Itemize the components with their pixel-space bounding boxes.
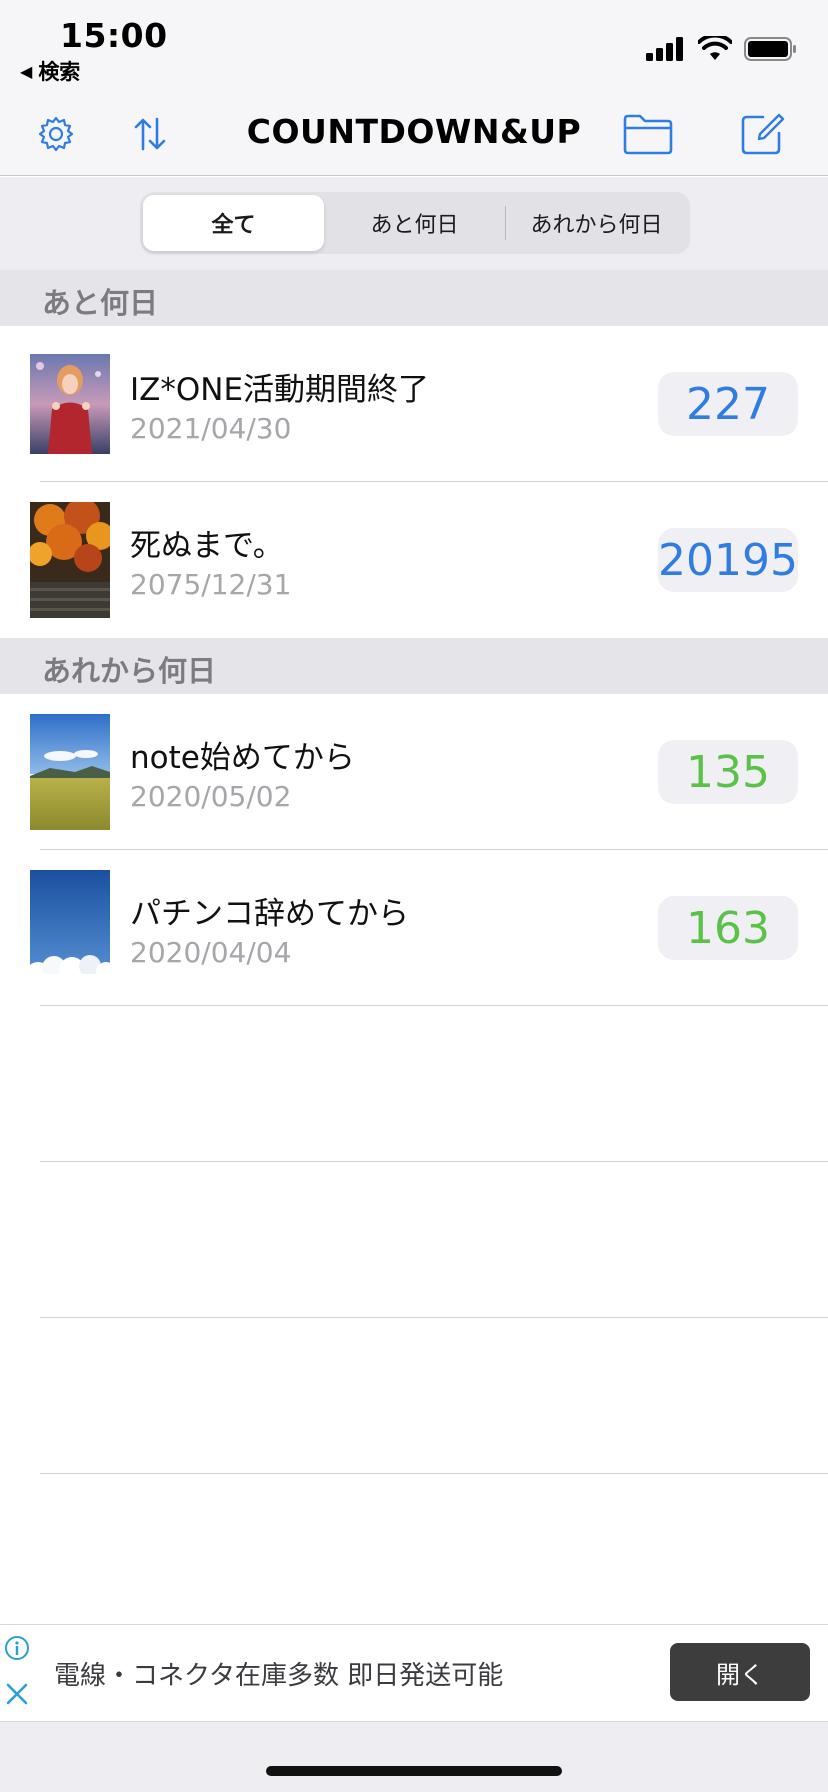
row-separator [40,1473,828,1474]
settings-button[interactable] [26,104,86,164]
segmented-control: 全て あと何日 あれから何日 [140,192,690,254]
days-count-badge: 20195 [658,528,798,592]
sort-arrows-icon [134,117,166,151]
list-item[interactable]: パチンコ辞めてから 2020/04/04 163 [0,850,828,1006]
cellular-signal-icon [646,37,683,61]
event-title: IZ*ONE活動期間終了 [130,372,430,408]
row-separator [40,1161,828,1162]
row-separator [40,1005,828,1006]
section-header-countdown: あと何日 [0,270,828,326]
event-date: 2075/12/31 [130,568,292,601]
battery-icon [744,37,796,61]
days-count-badge: 227 [658,372,798,436]
section-header-countup: あれから何日 [0,638,828,694]
info-icon[interactable] [4,1635,30,1661]
days-count-badge: 163 [658,896,798,960]
folder-button[interactable] [618,104,678,164]
sort-button[interactable] [120,104,180,164]
bottom-safe-area [0,1722,828,1792]
back-to-app[interactable]: ◀ 検索 [20,56,80,86]
event-thumbnail [30,714,110,830]
list-item[interactable]: IZ*ONE活動期間終了 2021/04/30 227 [0,326,828,482]
event-thumbnail [30,870,110,986]
navigation-bar: COUNTDOWN&UP [0,92,828,176]
gear-icon [38,116,74,152]
back-triangle-icon: ◀ [20,61,33,81]
back-app-label: 検索 [38,60,81,84]
event-date: 2020/04/04 [130,936,292,969]
row-separator [40,1317,828,1318]
segment-all[interactable]: 全て [143,195,324,251]
folder-icon [623,114,673,155]
event-title: 死ぬまで。 [130,528,284,564]
compose-icon [741,113,785,155]
status-time: 15:00 [60,16,168,55]
event-date: 2021/04/30 [130,412,292,445]
days-count-badge: 135 [658,740,798,804]
event-date: 2020/05/02 [130,780,292,813]
status-bar: 15:00 ◀ 検索 [0,0,828,92]
ad-banner[interactable]: 電線・コネクタ在庫多数 即日発送可能 開く [0,1624,828,1722]
wifi-icon [698,36,732,60]
event-thumbnail [30,354,110,470]
event-thumbnail [30,502,110,618]
segment-countup[interactable]: あれから何日 [506,195,687,251]
event-title: パチンコ辞めてから [130,896,409,932]
home-indicator[interactable] [266,1766,562,1776]
list-item[interactable]: 死ぬまで。 2075/12/31 20195 [0,482,828,638]
compose-button[interactable] [732,104,792,164]
event-title: note始めてから [130,740,355,776]
ad-text[interactable]: 電線・コネクタ在庫多数 即日発送可能 [54,1655,503,1692]
segment-countdown[interactable]: あと何日 [324,195,505,251]
list-item[interactable]: note始めてから 2020/05/02 135 [0,694,828,850]
section-header-label: あと何日 [42,286,159,320]
filter-bar: 全て あと何日 あれから何日 [0,177,828,270]
section-header-label: あれから何日 [42,654,217,688]
ad-open-button[interactable]: 開く [670,1643,810,1701]
close-icon[interactable] [4,1681,30,1707]
